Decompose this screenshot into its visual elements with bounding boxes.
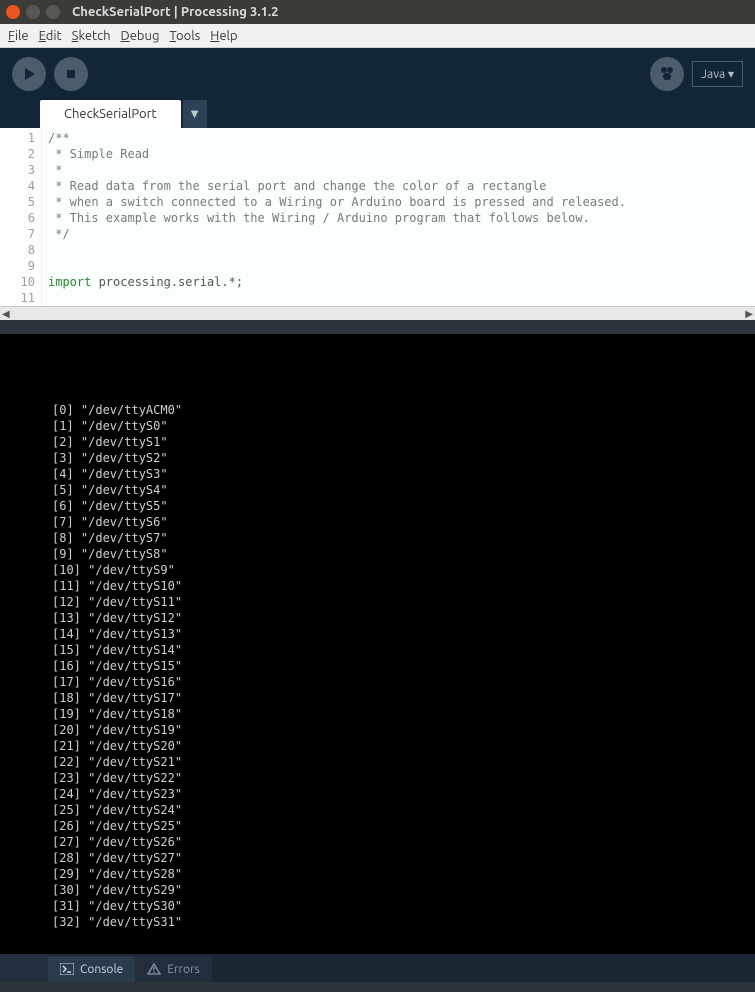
line-gutter: 1234567891011 xyxy=(0,128,42,306)
console-line: [17] "/dev/ttyS16" xyxy=(52,674,755,690)
menu-tools[interactable]: Tools xyxy=(169,29,200,43)
console-line: [31] "/dev/ttyS30" xyxy=(52,898,755,914)
tab-console-label: Console xyxy=(80,963,123,976)
window-minimize-button[interactable] xyxy=(26,5,40,19)
code-line[interactable] xyxy=(48,242,755,258)
console-line: [26] "/dev/ttyS25" xyxy=(52,818,755,834)
line-number: 9 xyxy=(0,258,41,274)
line-number: 7 xyxy=(0,226,41,242)
menu-file[interactable]: File xyxy=(8,29,29,43)
console-line: [23] "/dev/ttyS22" xyxy=(52,770,755,786)
console-line: [3] "/dev/ttyS2" xyxy=(52,450,755,466)
stop-button[interactable] xyxy=(54,57,88,91)
menu-debug[interactable]: Debug xyxy=(121,29,160,43)
mode-selector[interactable]: Java ▾ xyxy=(692,61,743,87)
menubar: File Edit Sketch Debug Tools Help xyxy=(0,24,755,48)
console-line: [0] "/dev/ttyACM0" xyxy=(52,402,755,418)
console-line: [5] "/dev/ttyS4" xyxy=(52,482,755,498)
console-line: [27] "/dev/ttyS26" xyxy=(52,834,755,850)
line-number: 2 xyxy=(0,146,41,162)
console-line: [21] "/dev/ttyS20" xyxy=(52,738,755,754)
code-line[interactable] xyxy=(48,290,755,306)
console-line: [22] "/dev/ttyS21" xyxy=(52,754,755,770)
console-line: [8] "/dev/ttyS7" xyxy=(52,530,755,546)
line-number: 4 xyxy=(0,178,41,194)
console-line: [30] "/dev/ttyS29" xyxy=(52,882,755,898)
console-line: [6] "/dev/ttyS5" xyxy=(52,498,755,514)
tab-errors-label: Errors xyxy=(167,963,200,976)
toolbar: Java ▾ xyxy=(0,48,755,100)
console-line: [16] "/dev/ttyS15" xyxy=(52,658,755,674)
code-line[interactable]: * when a switch connected to a Wiring or… xyxy=(48,194,755,210)
debug-button[interactable] xyxy=(650,57,684,91)
tab-checkserialport[interactable]: CheckSerialPort xyxy=(40,100,181,128)
console-line: [14] "/dev/ttyS13" xyxy=(52,626,755,642)
console-line: [11] "/dev/ttyS10" xyxy=(52,578,755,594)
scroll-left-icon[interactable]: ◀ xyxy=(2,308,10,320)
editor-hscrollbar[interactable]: ◀ ▶ xyxy=(0,306,755,320)
status-bar: Console Errors xyxy=(0,954,755,982)
line-number: 8 xyxy=(0,242,41,258)
status-spacer xyxy=(0,954,48,982)
console-line: [2] "/dev/ttyS1" xyxy=(52,434,755,450)
code-line[interactable]: import processing.serial.*; xyxy=(48,274,755,290)
split-divider[interactable] xyxy=(0,320,755,334)
line-number: 6 xyxy=(0,210,41,226)
line-number: 3 xyxy=(0,162,41,178)
tab-console[interactable]: Console xyxy=(48,956,135,982)
line-number: 1 xyxy=(0,130,41,146)
console-line: [29] "/dev/ttyS28" xyxy=(52,866,755,882)
console-line: [4] "/dev/ttyS3" xyxy=(52,466,755,482)
console-line: [7] "/dev/ttyS6" xyxy=(52,514,755,530)
console-line: [9] "/dev/ttyS8" xyxy=(52,546,755,562)
code-line[interactable]: * Read data from the serial port and cha… xyxy=(48,178,755,194)
code-area[interactable]: /** * Simple Read * * Read data from the… xyxy=(42,128,755,306)
line-number: 5 xyxy=(0,194,41,210)
menu-help[interactable]: Help xyxy=(210,29,237,43)
console-line: [19] "/dev/ttyS18" xyxy=(52,706,755,722)
console-line: [12] "/dev/ttyS11" xyxy=(52,594,755,610)
line-number: 11 xyxy=(0,290,41,306)
tab-row: CheckSerialPort ▼ xyxy=(0,100,755,128)
window-close-button[interactable] xyxy=(6,5,20,19)
code-line[interactable]: * This example works with the Wiring / A… xyxy=(48,210,755,226)
tab-errors[interactable]: Errors xyxy=(135,956,212,982)
code-line[interactable]: /** xyxy=(48,130,755,146)
menu-edit[interactable]: Edit xyxy=(39,29,62,43)
code-editor[interactable]: 1234567891011 /** * Simple Read * * Read… xyxy=(0,128,755,306)
console-line: [13] "/dev/ttyS12" xyxy=(52,610,755,626)
scroll-right-icon[interactable]: ▶ xyxy=(745,308,753,320)
console-line: [20] "/dev/ttyS19" xyxy=(52,722,755,738)
console-line: [28] "/dev/ttyS27" xyxy=(52,850,755,866)
code-line[interactable]: * Simple Read xyxy=(48,146,755,162)
console-line: [32] "/dev/ttyS31" xyxy=(52,914,755,930)
console-line: [10] "/dev/ttyS9" xyxy=(52,562,755,578)
console-line: [18] "/dev/ttyS17" xyxy=(52,690,755,706)
code-line[interactable]: */ xyxy=(48,226,755,242)
window-maximize-button[interactable] xyxy=(46,5,60,19)
warning-icon xyxy=(147,963,161,975)
run-button[interactable] xyxy=(12,57,46,91)
console-line: [15] "/dev/ttyS14" xyxy=(52,642,755,658)
code-line[interactable] xyxy=(48,258,755,274)
line-number: 10 xyxy=(0,274,41,290)
menu-sketch[interactable]: Sketch xyxy=(72,29,111,43)
console-line: [25] "/dev/ttyS24" xyxy=(52,802,755,818)
console-icon xyxy=(60,963,74,975)
console-line: [24] "/dev/ttyS23" xyxy=(52,786,755,802)
console-output[interactable]: [0] "/dev/ttyACM0"[1] "/dev/ttyS0"[2] "/… xyxy=(0,334,755,954)
code-line[interactable]: * xyxy=(48,162,755,178)
tab-dropdown[interactable]: ▼ xyxy=(183,100,207,128)
console-line: [1] "/dev/ttyS0" xyxy=(52,418,755,434)
window-title: CheckSerialPort | Processing 3.1.2 xyxy=(72,5,278,19)
titlebar: CheckSerialPort | Processing 3.1.2 xyxy=(0,0,755,24)
